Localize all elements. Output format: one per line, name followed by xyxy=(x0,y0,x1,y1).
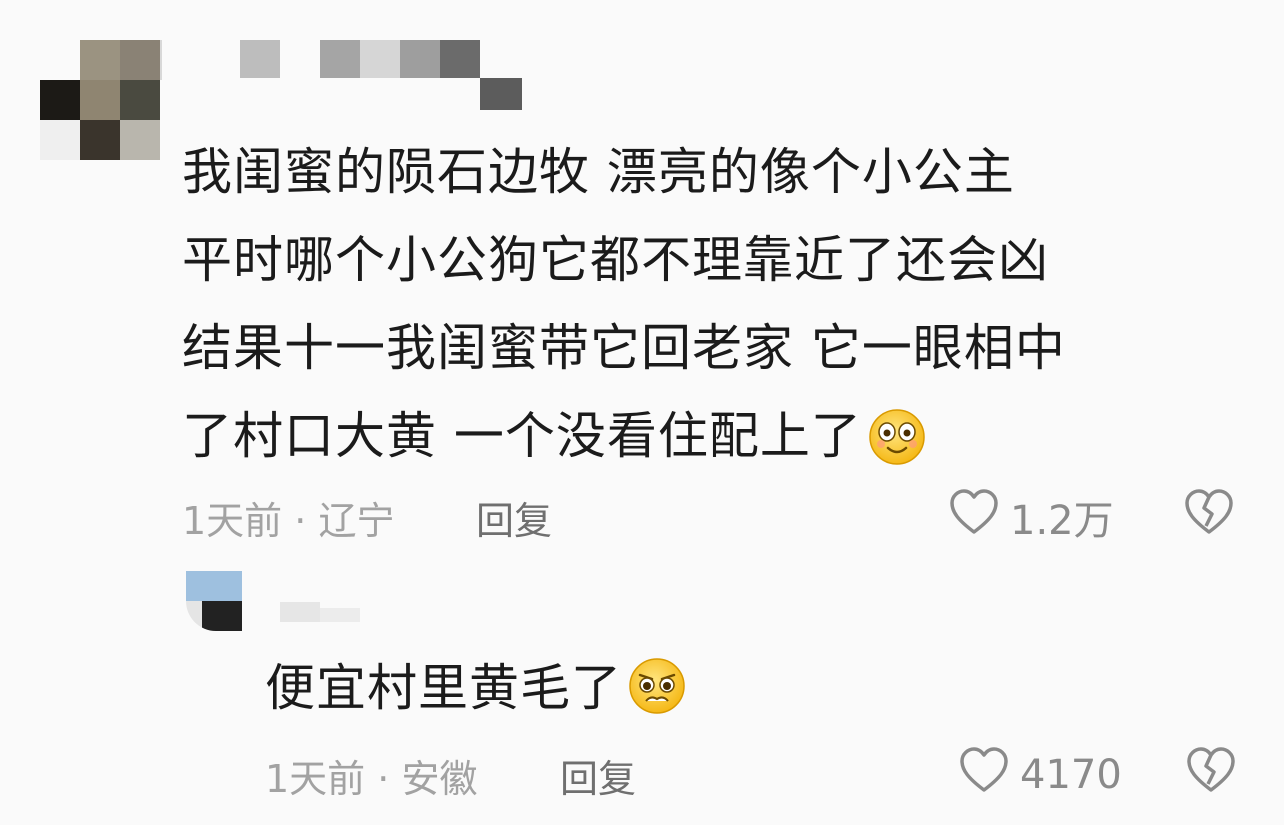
smile-emoji-icon xyxy=(868,405,926,465)
username-blurred[interactable] xyxy=(240,40,530,110)
reply-like-button[interactable]: 4170 xyxy=(958,746,1122,804)
reply-text-content: 便宜村里黄毛了 xyxy=(265,659,622,717)
avatar[interactable] xyxy=(40,40,162,160)
heart-icon xyxy=(948,488,1000,546)
dislike-button[interactable] xyxy=(1182,488,1236,540)
reply-reply-button[interactable]: 回复 xyxy=(560,748,636,803)
comment-text: 我闺蜜的陨石边牧 漂亮的像个小公主 平时哪个小公狗它都不理靠近了还会凶 结果十一… xyxy=(182,128,1242,480)
comment-line: 平时哪个小公狗它都不理靠近了还会凶 xyxy=(182,231,1049,289)
comment-line-text: 了村口大黄 一个没看住配上了 xyxy=(182,407,862,465)
reply-location: 安徽 xyxy=(401,757,478,801)
meta-separator: · xyxy=(294,499,307,543)
heart-icon xyxy=(958,746,1010,804)
comment-meta: 1天前 · 辽宁 xyxy=(182,490,394,545)
reply-dislike-button[interactable] xyxy=(1184,746,1238,798)
reply-time: 1天前 xyxy=(265,757,366,801)
broken-heart-icon xyxy=(1182,489,1236,540)
like-count: 1.2万 xyxy=(1010,498,1114,544)
reply-like-count: 4170 xyxy=(1020,752,1122,798)
reply-avatar[interactable] xyxy=(186,571,242,631)
comment-location: 辽宁 xyxy=(318,499,395,543)
meta-separator: · xyxy=(377,757,390,801)
reply-text: 便宜村里黄毛了 xyxy=(265,648,686,728)
comment-line: 了村口大黄 一个没看住配上了 xyxy=(182,392,1242,480)
reply-meta: 1天前 · 安徽 xyxy=(265,748,477,803)
reply-button[interactable]: 回复 xyxy=(476,490,552,545)
comment-line: 我闺蜜的陨石边牧 漂亮的像个小公主 xyxy=(182,143,1015,201)
pleading-emoji-icon xyxy=(628,657,686,715)
like-button[interactable]: 1.2万 xyxy=(948,488,1114,546)
reply-username-blurred[interactable] xyxy=(280,602,390,624)
broken-heart-icon xyxy=(1184,747,1238,798)
comment-line: 结果十一我闺蜜带它回老家 它一眼相中 xyxy=(182,319,1066,377)
comment-time: 1天前 xyxy=(182,499,283,543)
